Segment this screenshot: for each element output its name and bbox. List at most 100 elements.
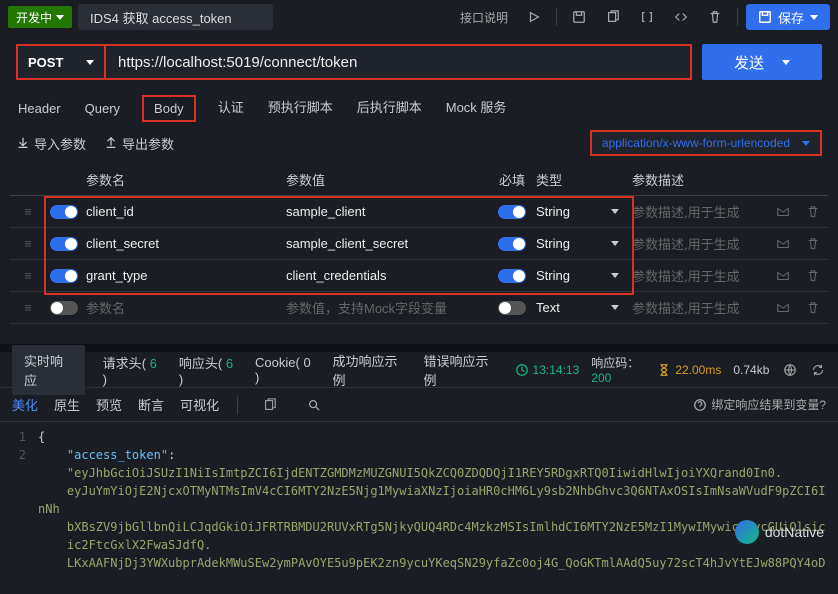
required-toggle[interactable] (498, 237, 526, 251)
bind-variable-link[interactable]: 绑定响应结果到变量? (693, 396, 826, 413)
enable-toggle[interactable] (50, 269, 78, 283)
search-icon[interactable] (300, 391, 328, 419)
type-select[interactable]: String (532, 268, 602, 283)
drag-handle-icon[interactable]: ≡ (10, 268, 46, 283)
chevron-down-icon[interactable] (602, 273, 628, 278)
hourglass-icon (657, 363, 671, 377)
method-label: POST (28, 55, 63, 70)
tab-body[interactable]: Body (142, 95, 196, 122)
markdown-icon[interactable] (768, 205, 798, 219)
value-input[interactable]: sample_client (282, 204, 492, 219)
tab-header[interactable]: Header (16, 95, 63, 122)
send-label: 发送 (734, 52, 764, 73)
delete-row-icon[interactable] (798, 237, 828, 251)
method-select[interactable]: POST (16, 44, 106, 80)
save-draft-icon[interactable] (565, 3, 593, 31)
value-input[interactable]: sample_client_secret (282, 236, 492, 251)
name-input[interactable]: grant_type (82, 268, 282, 283)
api-tab[interactable]: IDS4 获取 access_token (78, 4, 273, 30)
chevron-down-icon[interactable] (602, 241, 628, 246)
copy-response-icon[interactable] (256, 391, 284, 419)
enable-toggle[interactable] (50, 237, 78, 251)
delete-row-icon[interactable] (798, 269, 828, 283)
env-badge[interactable]: 开发中 (8, 6, 72, 28)
chevron-down-icon[interactable] (602, 209, 628, 214)
watermark: dotNative (735, 520, 824, 544)
response-body: 12 { "access_token": "eyJhbGciOiJSUzI1Ni… (0, 422, 838, 572)
export-params[interactable]: 导出参数 (104, 134, 174, 153)
chevron-down-icon (810, 15, 818, 20)
desc-input[interactable]: 参数描述,用于生成 (628, 234, 768, 253)
run-icon[interactable] (520, 3, 548, 31)
response-meta: 13:14:13 响应码：200 22.00ms 0.74kb (515, 354, 826, 385)
chevron-down-icon (56, 15, 64, 20)
env-badge-label: 开发中 (16, 9, 52, 26)
beautify-tabs: 美化 原生 预览 断言 可视化 绑定响应结果到变量? (0, 388, 838, 422)
col-required: 必填 (492, 170, 532, 189)
tab-pre-script[interactable]: 预执行脚本 (266, 91, 335, 122)
tab-auth[interactable]: 认证 (216, 91, 246, 122)
required-toggle[interactable] (498, 269, 526, 283)
desc-input[interactable]: 参数描述,用于生成 (628, 266, 768, 285)
rtab-resp-head[interactable]: 响应头( 6 ) (179, 353, 237, 387)
type-select[interactable]: String (532, 236, 602, 251)
required-toggle[interactable] (498, 205, 526, 219)
tab-post-script[interactable]: 后执行脚本 (355, 91, 424, 122)
refresh-icon[interactable] (810, 356, 826, 384)
request-row: POST https://localhost:5019/connect/toke… (0, 34, 838, 90)
rtab-success[interactable]: 成功响应示例 (333, 351, 406, 389)
type-select[interactable]: String (532, 204, 602, 219)
globe-icon[interactable] (781, 356, 797, 384)
table-row: ≡ client_idsample_client String 参数描述,用于生成 (10, 196, 828, 228)
markdown-icon[interactable] (768, 237, 798, 251)
drag-handle-icon[interactable]: ≡ (10, 236, 46, 251)
params-table: 参数名 参数值 必填 类型 参数描述 ≡client_idsample_clie… (0, 164, 838, 324)
drag-handle-icon[interactable]: ≡ (10, 300, 46, 315)
required-toggle[interactable] (498, 301, 526, 315)
btab-break[interactable]: 断言 (138, 395, 164, 414)
delete-row-icon[interactable] (798, 301, 828, 315)
markdown-icon[interactable] (768, 301, 798, 315)
top-toolbar: 开发中 IDS4 获取 access_token 接口说明 保存 (0, 0, 838, 34)
name-input[interactable]: 参数名 (82, 298, 282, 317)
save-button[interactable]: 保存 (746, 4, 830, 30)
import-params[interactable]: 导入参数 (16, 134, 86, 153)
btab-raw[interactable]: 原生 (54, 395, 80, 414)
desc-input[interactable]: 参数描述,用于生成 (628, 298, 768, 317)
chevron-down-icon[interactable] (602, 305, 628, 310)
tab-mock[interactable]: Mock 服务 (444, 91, 509, 122)
api-description-link[interactable]: 接口说明 (460, 9, 508, 26)
code-content[interactable]: { "access_token": "eyJhbGciOiJSUzI1NiIsI… (34, 422, 838, 572)
btab-viz[interactable]: 可视化 (180, 395, 219, 414)
table-row-new: ≡ 参数名 参数值，支持Mock字段变量 Text 参数描述,用于生成 (10, 292, 828, 324)
markdown-icon[interactable] (768, 269, 798, 283)
btab-preview[interactable]: 预览 (96, 395, 122, 414)
copy-icon[interactable] (599, 3, 627, 31)
delete-row-icon[interactable] (798, 205, 828, 219)
table-row: ≡ grant_typeclient_credentials String 参数描述,… (10, 260, 828, 292)
export-label: 导出参数 (122, 134, 174, 153)
rtab-error[interactable]: 错误响应示例 (424, 351, 497, 389)
drag-handle-icon[interactable]: ≡ (10, 204, 46, 219)
brackets-icon[interactable] (633, 3, 661, 31)
send-button[interactable]: 发送 (702, 44, 822, 80)
content-type-value: application/x-www-form-urlencoded (602, 136, 790, 150)
value-input[interactable]: client_credentials (282, 268, 492, 283)
clock-icon (515, 363, 529, 377)
enable-toggle[interactable] (50, 205, 78, 219)
content-type-select[interactable]: application/x-www-form-urlencoded (590, 130, 822, 156)
btab-beautify[interactable]: 美化 (12, 395, 38, 414)
enable-toggle[interactable] (50, 301, 78, 315)
desc-input[interactable]: 参数描述,用于生成 (628, 202, 768, 221)
type-select[interactable]: Text (532, 300, 602, 315)
url-input[interactable]: https://localhost:5019/connect/token (106, 44, 692, 80)
rtab-cookie[interactable]: Cookie( 0 ) (255, 355, 315, 385)
tab-query[interactable]: Query (83, 95, 122, 122)
rtab-realtime[interactable]: 实时响应 (12, 345, 85, 395)
code-icon[interactable] (667, 3, 695, 31)
value-input[interactable]: 参数值，支持Mock字段变量 (282, 298, 492, 317)
rtab-req-head[interactable]: 请求头( 6 ) (103, 353, 161, 387)
name-input[interactable]: client_secret (82, 236, 282, 251)
delete-icon[interactable] (701, 3, 729, 31)
name-input[interactable]: client_id (82, 204, 282, 219)
